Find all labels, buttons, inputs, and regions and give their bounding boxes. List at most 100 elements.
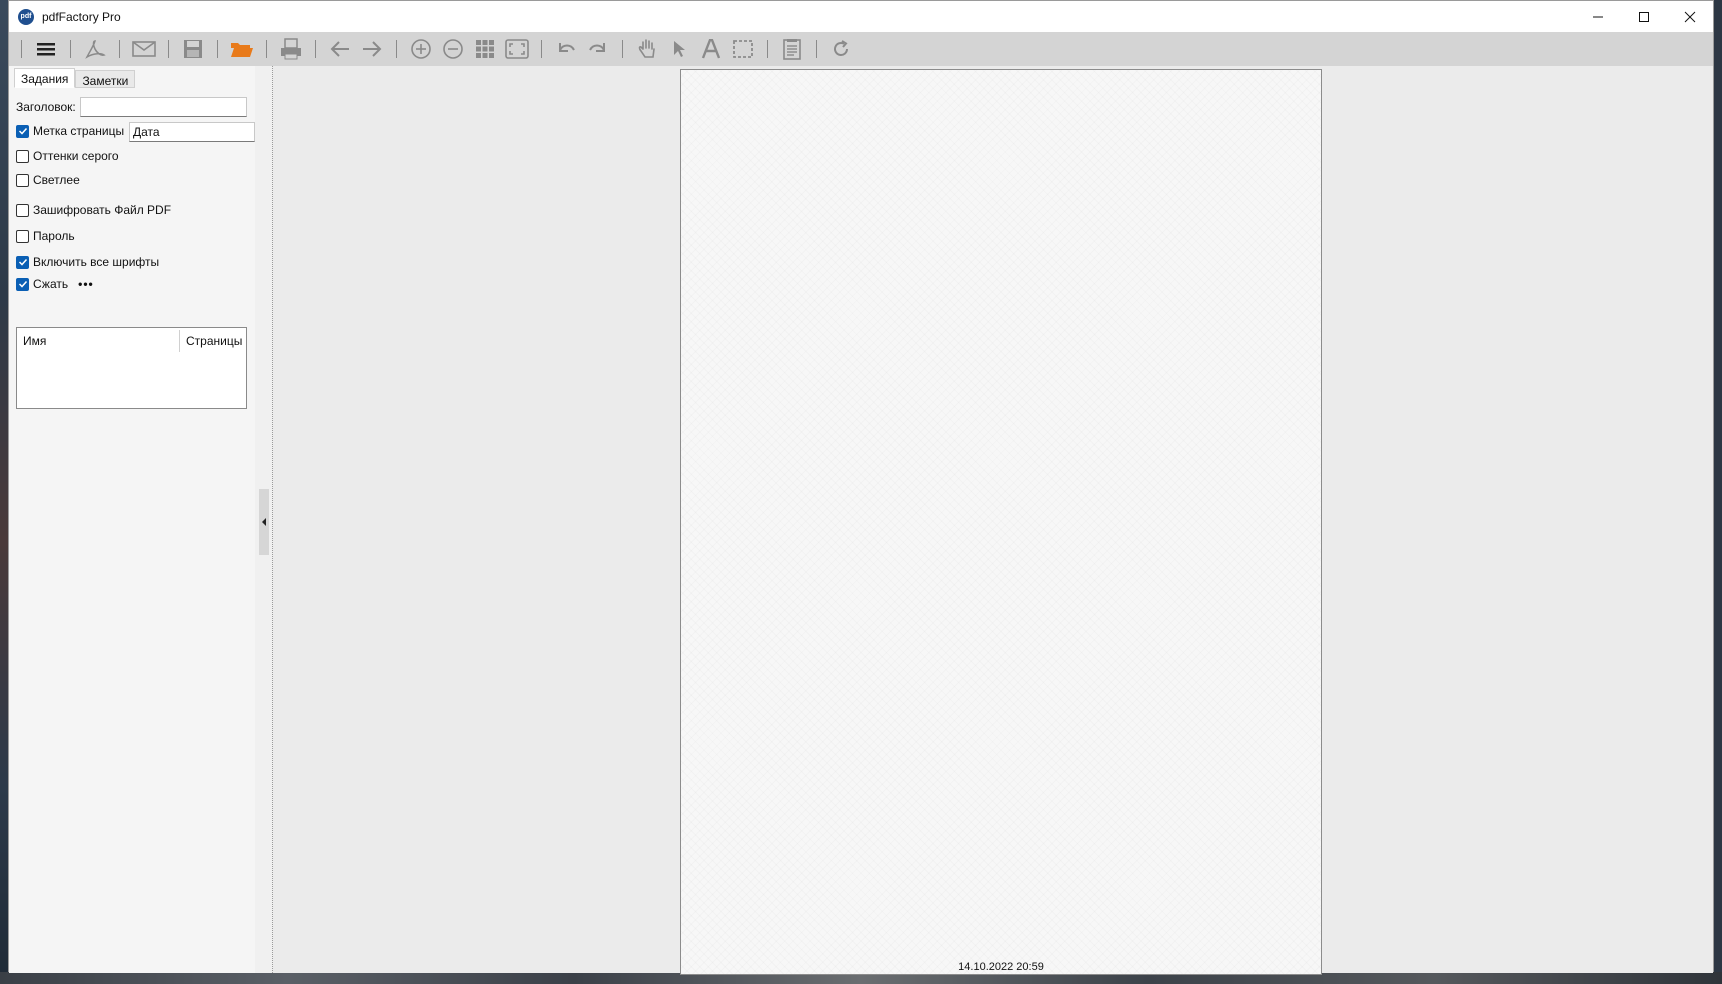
toolbar-separator [266, 40, 267, 58]
undo-button[interactable] [554, 37, 578, 61]
text-tool-button[interactable] [699, 37, 723, 61]
hand-tool-button[interactable] [635, 37, 659, 61]
grid-view-button[interactable] [473, 37, 497, 61]
print-icon [281, 38, 301, 60]
back-button[interactable] [328, 37, 352, 61]
redo-icon [589, 43, 605, 52]
zoom-in-button[interactable] [409, 37, 433, 61]
pointer-tool-icon [674, 41, 685, 57]
password-row: Пароль [16, 229, 75, 243]
window-controls [1575, 1, 1713, 32]
zoom-out-button[interactable] [441, 37, 465, 61]
menu-icon [37, 43, 55, 56]
pointer-tool-button[interactable] [667, 37, 691, 61]
grayscale-checkbox[interactable] [16, 149, 29, 163]
page-stamp-checkbox[interactable] [16, 124, 29, 138]
save-button[interactable] [181, 37, 205, 61]
toolbar-separator [168, 40, 169, 58]
toolbar-separator [21, 40, 22, 58]
toolbar-separator [315, 40, 316, 58]
desktop-background-left [0, 0, 8, 984]
embed-fonts-label: Включить все шрифты [33, 255, 160, 269]
acrobat-icon [85, 40, 106, 59]
compress-label: Сжать [33, 277, 69, 291]
title-row: Заголовок: [16, 97, 247, 117]
minimize-icon [1593, 16, 1603, 17]
close-button[interactable] [1667, 1, 1713, 32]
compress-row: Сжать ••• [16, 277, 94, 291]
encrypt-label: Зашифровать Файл PDF [33, 203, 172, 217]
grayscale-row: Оттенки серого [16, 149, 119, 163]
grayscale-label: Оттенки серого [33, 149, 119, 163]
close-icon [1684, 11, 1696, 22]
page-preview[interactable]: 14.10.2022 20:59 [680, 69, 1322, 975]
document-button[interactable] [780, 37, 804, 61]
acrobat-button[interactable] [83, 37, 107, 61]
open-folder-icon [231, 43, 253, 57]
collapse-left-icon [262, 518, 266, 526]
collapse-panel-button[interactable] [259, 489, 269, 555]
hand-tool-icon [638, 39, 655, 58]
text-tool-icon [701, 39, 721, 59]
minimize-button[interactable] [1575, 1, 1621, 32]
checkmark-icon [18, 127, 27, 135]
toolbar-separator [70, 40, 71, 58]
toolbar-separator [816, 40, 817, 58]
title-input[interactable] [79, 97, 247, 117]
toolbar-separator [541, 40, 542, 58]
page-stamp-label: Метка страницы [33, 124, 125, 138]
toolbar-separator [767, 40, 768, 58]
email-icon [132, 41, 156, 57]
checkmark-icon [18, 280, 27, 288]
open-button[interactable] [230, 37, 254, 61]
compress-options-button[interactable]: ••• [78, 277, 94, 291]
panel-splitter[interactable] [255, 66, 273, 973]
column-header-name[interactable]: Имя [17, 330, 179, 352]
window-title: pdfFactory Pro [42, 9, 121, 24]
toolbar-separator [217, 40, 218, 58]
page-stamp-select[interactable]: Дата [129, 122, 255, 142]
toolbar-separator [119, 40, 120, 58]
page-date-stamp: 14.10.2022 20:59 [958, 961, 1044, 973]
column-header-pages[interactable]: Страницы [180, 330, 248, 352]
encrypt-row: Зашифровать Файл PDF [16, 203, 171, 217]
menu-button[interactable] [34, 37, 58, 61]
app-logo-icon: pdf [18, 8, 34, 25]
refresh-button[interactable] [829, 37, 853, 61]
checkmark-icon [18, 258, 27, 266]
lighter-label: Светлее [33, 173, 80, 187]
jobs-table[interactable]: Имя Страницы [16, 327, 247, 409]
select-area-button[interactable] [731, 37, 755, 61]
main-toolbar [9, 32, 1713, 66]
lighter-checkbox[interactable] [16, 173, 29, 187]
document-icon [783, 39, 801, 60]
tab-notes[interactable]: Заметки [75, 70, 136, 88]
preview-area[interactable]: 14.10.2022 20:59 [273, 66, 1713, 975]
redo-button[interactable] [586, 37, 610, 61]
password-checkbox[interactable] [16, 229, 29, 243]
fit-page-icon [505, 39, 529, 59]
forward-arrow-icon [363, 41, 382, 57]
embed-fonts-row: Включить все шрифты [16, 255, 159, 269]
save-icon [184, 40, 202, 58]
maximize-button[interactable] [1621, 1, 1667, 32]
compress-checkbox[interactable] [16, 277, 29, 291]
forward-button[interactable] [360, 37, 384, 61]
refresh-icon [834, 40, 848, 56]
zoom-in-icon [411, 39, 431, 59]
encrypt-checkbox[interactable] [16, 203, 29, 217]
page-stamp-row: Метка страницы [16, 124, 124, 138]
embed-fonts-checkbox[interactable] [16, 255, 29, 269]
app-logo-text: pdf [20, 13, 32, 20]
left-panel: Задания Заметки Заголовок: Метка страниц… [9, 66, 255, 973]
title-bar[interactable]: pdf pdfFactory Pro [9, 1, 1713, 32]
password-label: Пароль [33, 229, 75, 243]
email-button[interactable] [132, 37, 156, 61]
fit-page-button[interactable] [505, 37, 529, 61]
lighter-row: Светлее [16, 173, 80, 187]
panel-tabs: Задания Заметки [14, 68, 136, 88]
toolbar-separator [396, 40, 397, 58]
print-button[interactable] [279, 37, 303, 61]
desktop-background-right [1714, 0, 1722, 984]
tab-jobs[interactable]: Задания [14, 68, 76, 88]
